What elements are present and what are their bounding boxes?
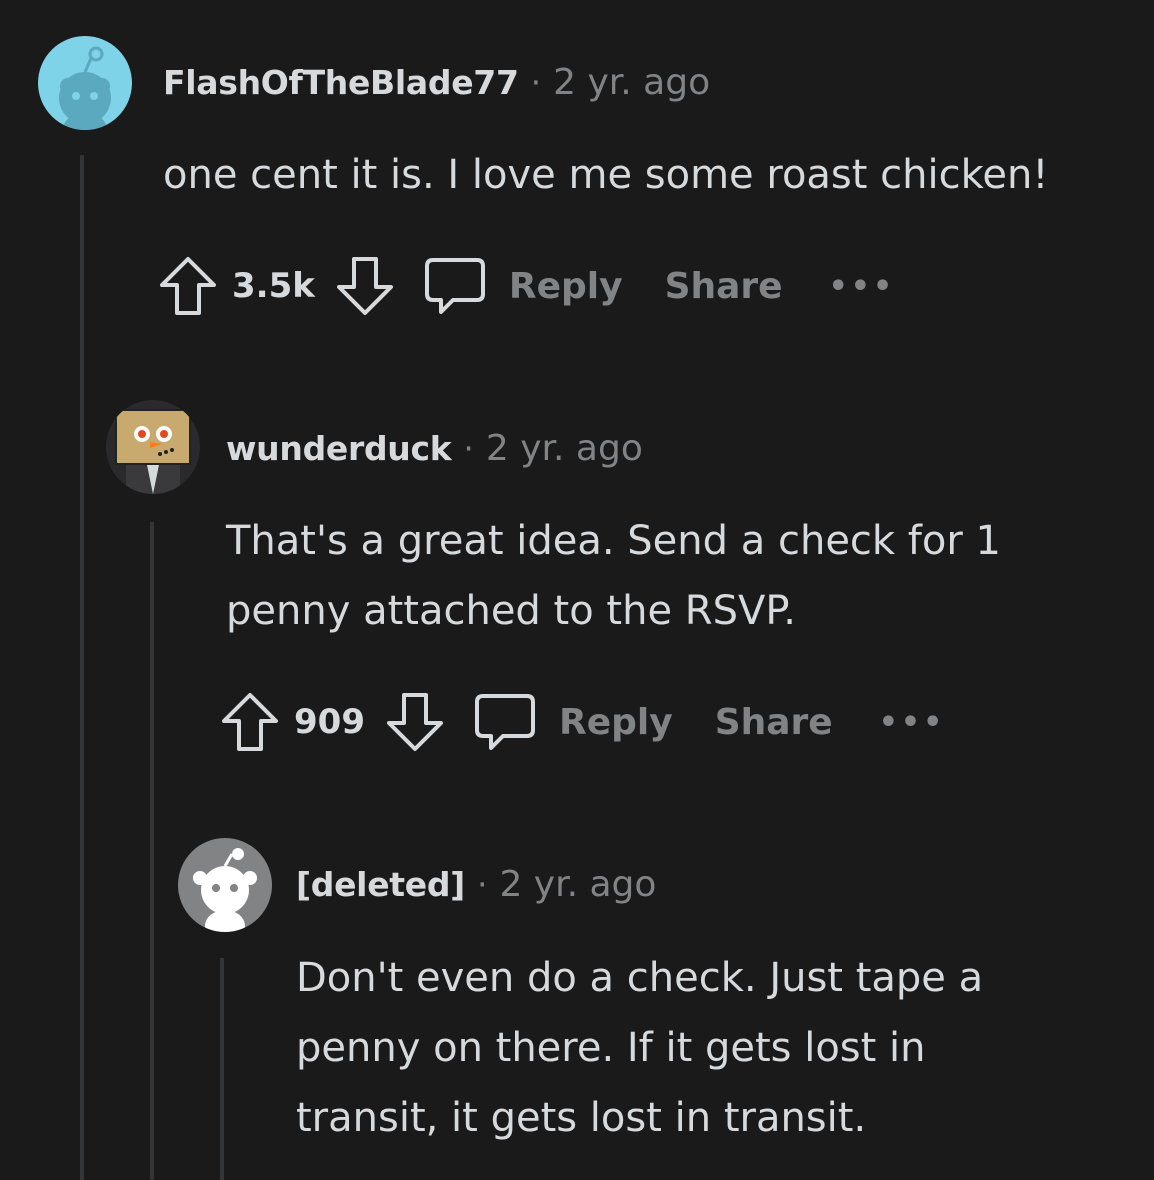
snoo-icon: [59, 46, 111, 130]
comment-body: Don't even do a check. Just tape a penny…: [296, 943, 983, 1153]
thread-line-1[interactable]: [80, 155, 84, 1180]
meta-separator: ·: [476, 865, 488, 904]
comment-timestamp[interactable]: 2 yr. ago: [499, 864, 656, 905]
comment-bubble-icon[interactable]: [423, 254, 487, 318]
avatar-wunderduck[interactable]: [106, 400, 200, 494]
comment-actions: 909 Reply Share •••: [220, 690, 945, 754]
thread-line-2[interactable]: [150, 522, 154, 1180]
comment-body: one cent it is. I love me some roast chi…: [163, 140, 1048, 210]
comment-author[interactable]: wunderduck: [226, 429, 452, 468]
comment-timestamp[interactable]: 2 yr. ago: [553, 62, 710, 103]
thread-line-3[interactable]: [220, 958, 224, 1180]
comment-author[interactable]: [deleted]: [296, 865, 465, 904]
comment-text-line: one cent it is. I love me some roast chi…: [163, 152, 1049, 198]
box-head-avatar-icon: [115, 409, 191, 494]
comment-bubble-icon[interactable]: [473, 690, 537, 754]
more-options-button[interactable]: •••: [879, 705, 946, 740]
downvote-icon[interactable]: [385, 691, 445, 753]
meta-separator: ·: [463, 429, 474, 468]
comment-text-line: transit, it gets lost in transit.: [296, 1095, 867, 1141]
upvote-icon[interactable]: [158, 255, 218, 317]
vote-count: 909: [294, 702, 365, 742]
meta-separator: ·: [530, 63, 542, 102]
reply-button[interactable]: Reply: [559, 702, 673, 743]
share-button[interactable]: Share: [715, 702, 833, 743]
snoo-icon: [193, 848, 257, 932]
comment-text-line: Don't even do a check. Just tape a: [296, 955, 984, 1001]
vote-count: 3.5k: [232, 266, 315, 306]
comment-text-line: That's a great idea. Send a check for 1: [226, 518, 1001, 564]
share-button[interactable]: Share: [665, 266, 783, 307]
comment-text-line: penny on there. If it gets lost in: [296, 1025, 926, 1071]
comment-timestamp[interactable]: 2 yr. ago: [486, 428, 643, 469]
avatar-deleted[interactable]: [178, 838, 272, 932]
comment-author[interactable]: FlashOfTheBlade77: [163, 63, 519, 102]
comment-body: That's a great idea. Send a check for 1 …: [226, 506, 1001, 646]
avatar-flashoftheblade77[interactable]: [38, 36, 132, 130]
downvote-icon[interactable]: [335, 255, 395, 317]
more-options-button[interactable]: •••: [829, 269, 896, 304]
comment-actions: 3.5k Reply Share •••: [158, 254, 895, 318]
comment-text-line: penny attached to the RSVP.: [226, 588, 796, 634]
upvote-icon[interactable]: [220, 691, 280, 753]
reply-button[interactable]: Reply: [509, 266, 623, 307]
